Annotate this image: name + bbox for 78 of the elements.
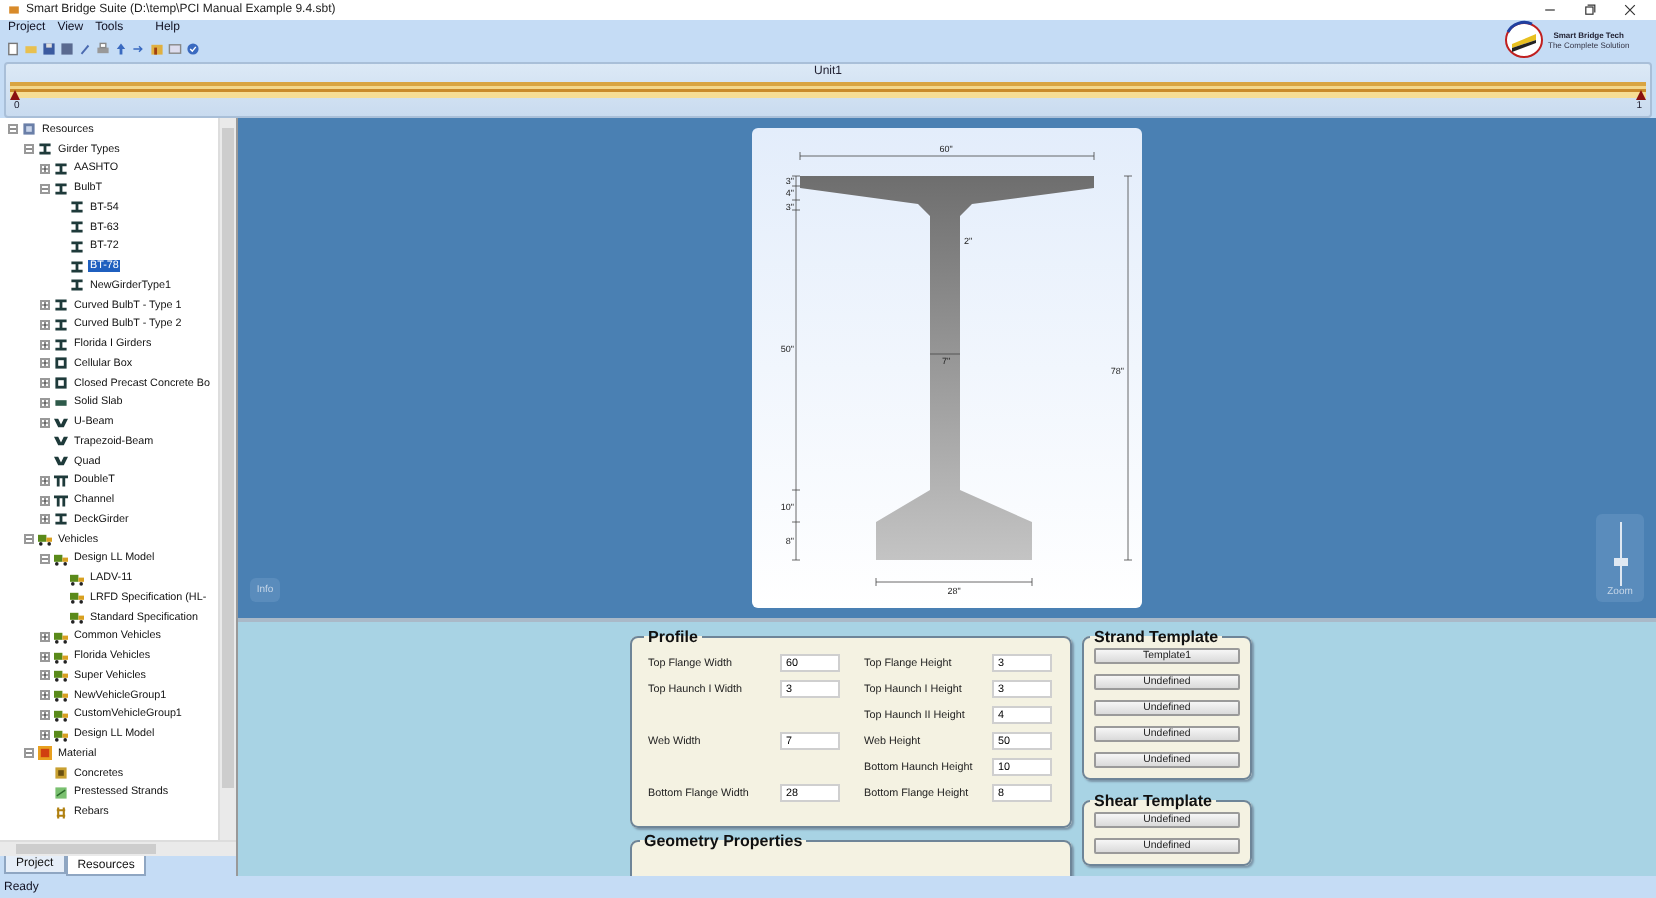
concrete-icon — [54, 766, 68, 781]
i-beam-icon — [54, 317, 68, 332]
i-beam-icon — [54, 181, 68, 196]
group-title: Shear Template — [1092, 792, 1214, 810]
group-title: Profile — [646, 628, 700, 646]
material-icon — [38, 746, 52, 761]
i-beam-icon — [54, 298, 68, 313]
truck-icon — [54, 629, 68, 644]
expand-toggle[interactable] — [40, 690, 50, 701]
i-beam-icon — [70, 278, 84, 293]
expand-toggle[interactable] — [40, 358, 50, 369]
double-t-icon — [54, 473, 68, 488]
truck-icon — [54, 668, 68, 683]
collapse-toggle[interactable] — [24, 144, 34, 155]
collapse-toggle[interactable] — [40, 183, 50, 194]
group-title: Strand Template — [1092, 628, 1221, 646]
expand-toggle[interactable] — [40, 319, 50, 330]
left-support-marker — [10, 90, 20, 100]
printer-icon — [96, 41, 110, 55]
i-beam-icon — [70, 239, 84, 254]
truck-icon — [54, 688, 68, 703]
expand-toggle[interactable] — [40, 417, 50, 428]
i-beam-icon — [54, 337, 68, 352]
truck-icon — [54, 707, 68, 722]
folder-icon — [24, 41, 38, 55]
expand-toggle[interactable] — [40, 475, 50, 486]
expand-toggle[interactable] — [40, 495, 50, 506]
save-icon — [42, 41, 56, 55]
truck-icon — [70, 571, 84, 586]
rebar-icon — [54, 805, 68, 820]
i-beam-icon — [70, 200, 84, 215]
chart-icon — [150, 41, 164, 55]
horizontal-scrollbar[interactable] — [0, 840, 236, 856]
expand-toggle[interactable] — [40, 163, 50, 174]
truck-icon — [70, 590, 84, 605]
i-beam-icon — [38, 142, 52, 157]
restore-icon — [1584, 4, 1596, 16]
truck-icon — [54, 649, 68, 664]
window-icon — [168, 41, 182, 55]
expand-toggle[interactable] — [40, 300, 50, 311]
strand-icon — [54, 785, 68, 800]
vertical-scrollbar[interactable] — [218, 118, 236, 840]
save-all-icon — [60, 41, 74, 55]
expand-toggle[interactable] — [40, 514, 50, 525]
minimize-icon — [1544, 4, 1556, 16]
truck-icon — [38, 532, 52, 547]
collapse-toggle[interactable] — [8, 124, 18, 135]
i-beam-icon — [54, 161, 68, 176]
collapse-toggle[interactable] — [40, 553, 50, 564]
i-beam-icon — [70, 259, 84, 274]
expand-toggle[interactable] — [40, 729, 50, 740]
slab-icon — [54, 395, 68, 410]
expand-toggle[interactable] — [40, 670, 50, 681]
expand-toggle[interactable] — [40, 709, 50, 720]
expand-toggle[interactable] — [40, 397, 50, 408]
truck-icon — [70, 610, 84, 625]
i-beam-icon — [54, 512, 68, 527]
double-t-icon — [54, 493, 68, 508]
pencil-icon — [78, 41, 92, 55]
expand-toggle[interactable] — [40, 378, 50, 389]
export-icon — [132, 41, 146, 55]
truck-icon — [54, 551, 68, 566]
truck-icon — [54, 727, 68, 742]
new-page-icon — [6, 41, 20, 55]
group-title: Geometry Properties — [642, 832, 805, 850]
up-arrow-icon — [114, 41, 128, 55]
app-icon — [8, 4, 20, 16]
cube-icon — [22, 122, 36, 137]
i-beam-icon — [70, 220, 84, 235]
collapse-toggle[interactable] — [24, 748, 34, 759]
close-icon — [1624, 4, 1636, 16]
expand-toggle[interactable] — [40, 651, 50, 662]
collapse-toggle[interactable] — [24, 534, 34, 545]
right-support-marker — [1636, 90, 1646, 100]
expand-toggle[interactable] — [40, 339, 50, 350]
expand-toggle[interactable] — [40, 631, 50, 642]
check-icon — [186, 41, 200, 55]
zoom-thumb[interactable] — [1613, 558, 1627, 567]
